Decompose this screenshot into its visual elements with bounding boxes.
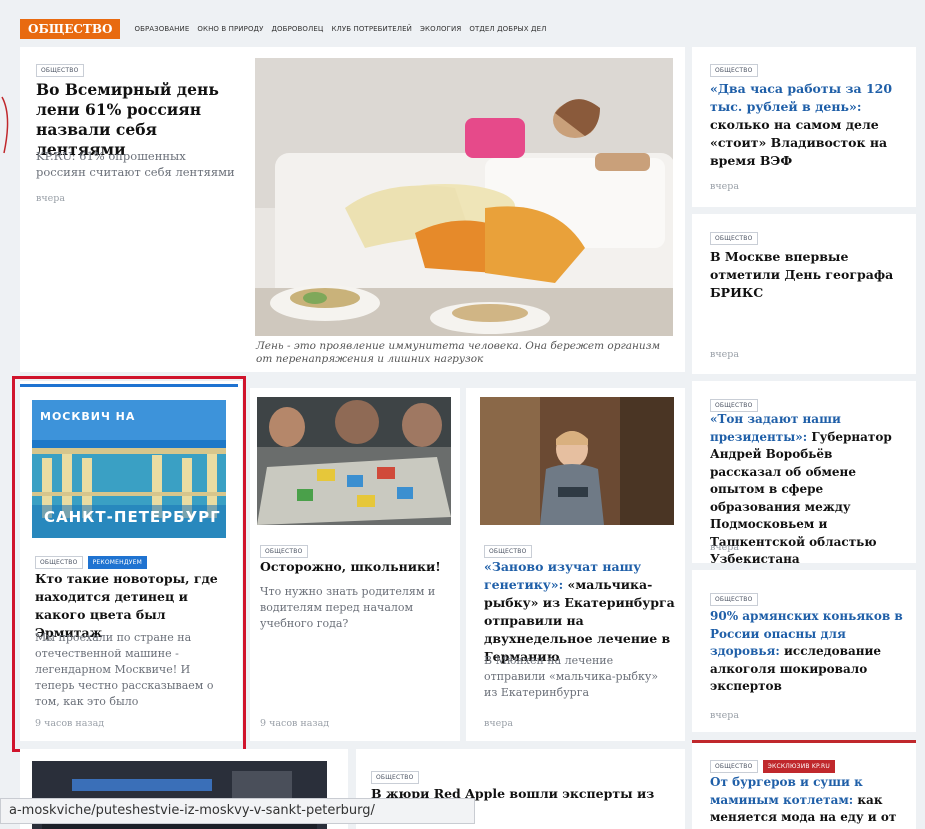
article-time: 9 часов назад: [260, 718, 330, 729]
article-tag[interactable]: ОБЩЕСТВО: [36, 64, 84, 77]
article-card-school[interactable]: ОБЩЕСТВО Осторожно, школьники! Что нужно…: [250, 388, 460, 741]
genetics-photo: [480, 397, 674, 525]
article-card-genetics[interactable]: ОБЩЕСТВО «Заново изучат нашу генетику»: …: [466, 388, 685, 741]
image-caption: Лень - это проявление иммунитета человек…: [256, 340, 661, 365]
article-tag[interactable]: ОБЩЕСТВО: [260, 545, 308, 558]
article-title[interactable]: В Москве впервые отметили День географа …: [710, 248, 906, 302]
article-card-lazy[interactable]: ОБЩЕСТВО Во Всемирный день лени 61% росс…: [20, 47, 685, 372]
article-image-lazy[interactable]: [255, 58, 673, 336]
article-tag[interactable]: ОБЩЕСТВО: [710, 232, 758, 245]
selection-highlight-box: [12, 376, 246, 752]
article-title[interactable]: 90% армянских коньяков в России опасны д…: [710, 608, 906, 696]
nav-link-good-deeds[interactable]: ОТДЕЛ ДОБРЫХ ДЕЛ: [469, 25, 546, 33]
article-card-president[interactable]: ОБЩЕСТВО «Тон задают наши президенты»: Г…: [692, 381, 916, 566]
article-card-brics[interactable]: ОБЩЕСТВО В Москве впервые отметили День …: [692, 214, 916, 374]
rubric-label[interactable]: ОБЩЕСТВО: [20, 19, 121, 39]
article-time: вчера: [36, 193, 65, 204]
title-highlight: «Два часа работы за 120 тыс. рублей в де…: [710, 81, 893, 114]
article-tag[interactable]: ОБЩЕСТВО: [710, 760, 758, 773]
decorative-arc: [1, 96, 9, 154]
article-title[interactable]: «Два часа работы за 120 тыс. рублей в де…: [710, 80, 906, 170]
card-top-accent-red: [692, 740, 916, 743]
school-photo: [257, 397, 451, 525]
article-tag[interactable]: ОБЩЕСТВО: [710, 593, 758, 606]
nav-link-education[interactable]: ОБРАЗОВАНИЕ: [134, 25, 189, 33]
article-card-cognac[interactable]: ОБЩЕСТВО 90% армянских коньяков в России…: [692, 570, 916, 732]
article-lead: В Мюнхен на лечение отправили «мальчика-…: [484, 654, 659, 699]
article-lead: KP.RU: 61% опрошенных россиян считают се…: [36, 149, 235, 179]
article-time: вчера: [710, 181, 739, 192]
title-rest: сколько на самом деле «стоит» Владивосто…: [710, 117, 888, 168]
article-title[interactable]: От бургеров и суши к маминым котлетам: к…: [710, 774, 906, 829]
article-time: вчера: [710, 710, 739, 721]
article-image-school[interactable]: [257, 397, 451, 525]
nav-link-nature[interactable]: ОКНО В ПРИРОДУ: [197, 25, 263, 33]
article-time: вчера: [484, 718, 513, 729]
lazy-photo: [255, 58, 673, 336]
article-time: вчера: [710, 349, 739, 360]
article-time: вчера: [710, 542, 739, 553]
title-highlight: От бургеров и суши к маминым котлетам:: [710, 775, 863, 807]
nav-link-volunteer[interactable]: ДОБРОВОЛЕЦ: [271, 25, 323, 33]
article-card-two-hours[interactable]: ОБЩЕСТВО «Два часа работы за 120 тыс. ру…: [692, 47, 916, 207]
nav-link-consumers[interactable]: КЛУБ ПОТРЕБИТЕЛЕЙ: [331, 25, 412, 33]
article-title[interactable]: Осторожно, школьники!: [260, 558, 455, 576]
article-card-burgers[interactable]: ОБЩЕСТВО ЭКСКЛЮЗИВ KP.RU От бургеров и с…: [692, 740, 916, 829]
article-tag[interactable]: ОБЩЕСТВО: [484, 545, 532, 558]
article-image-genetics[interactable]: [480, 397, 674, 525]
status-bar-url: a-moskviche/puteshestvie-iz-moskvy-v-san…: [0, 798, 475, 824]
section-nav: ОБЩЕСТВО ОБРАЗОВАНИЕ ОКНО В ПРИРОДУ ДОБР…: [20, 18, 554, 40]
article-tag[interactable]: ОБЩЕСТВО: [710, 64, 758, 77]
exclusive-badge[interactable]: ЭКСКЛЮЗИВ KP.RU: [762, 760, 835, 773]
article-tag[interactable]: ОБЩЕСТВО: [371, 771, 419, 784]
nav-link-ecology[interactable]: ЭКОЛОГИЯ: [420, 25, 461, 33]
article-lead: Что нужно знать родителям и водителям пе…: [260, 585, 436, 630]
article-title[interactable]: «Заново изучат нашу генетику»: «мальчика…: [484, 558, 680, 666]
article-title[interactable]: «Тон задают наши президенты»: Губернатор…: [710, 411, 906, 569]
